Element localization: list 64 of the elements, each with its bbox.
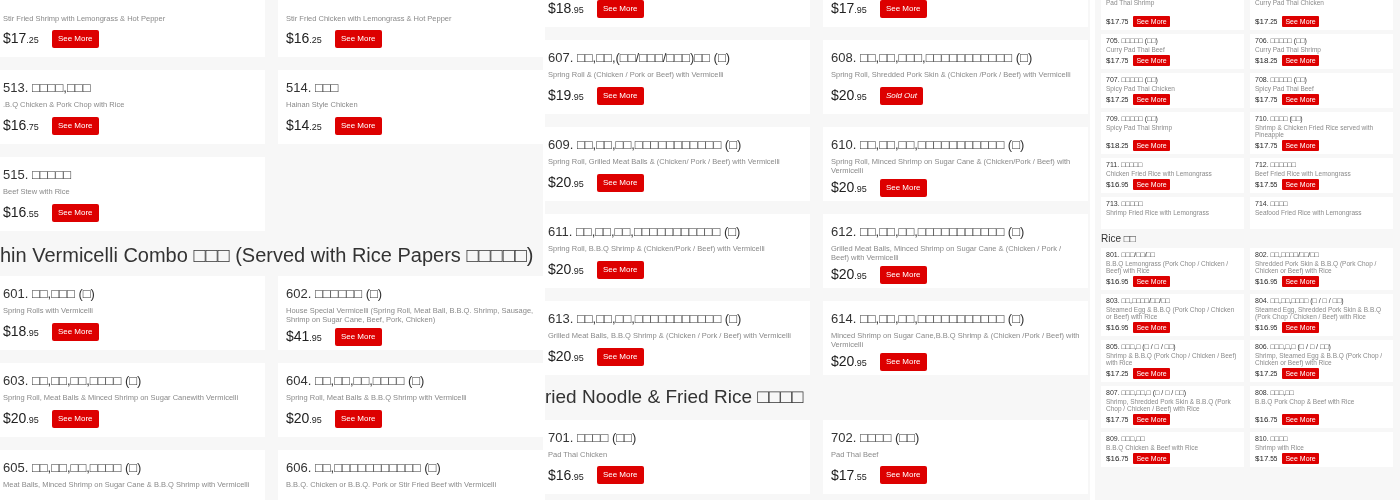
see-more-button[interactable]: See More — [51, 409, 99, 428]
item-title: 603. □□,□□,□□,□□□□ (□) — [3, 373, 143, 388]
item-price: $20.95 — [548, 173, 584, 192]
item-title: 514. □□□ — [286, 80, 340, 95]
see-more-button[interactable]: See More — [596, 347, 644, 366]
section-heading: Rice □□ — [1101, 232, 1137, 246]
see-more-button[interactable]: See More — [879, 178, 927, 197]
see-more-button[interactable]: See More — [51, 116, 99, 135]
item-price: $20.95 — [548, 260, 584, 279]
sold-out-button[interactable]: Sold Out — [879, 86, 923, 105]
see-more-button[interactable]: See More — [879, 0, 927, 18]
item-price: $17.25 — [3, 29, 39, 48]
item-price: $18.95 — [548, 0, 584, 18]
item-price: $20.95 — [831, 86, 867, 105]
item-title: 601. □□,□□□ (□) — [3, 286, 96, 301]
item-price: $16.55 — [3, 203, 39, 222]
see-more-button[interactable]: See More — [879, 265, 927, 284]
item-title: 701. □□□□ (□□) — [548, 429, 638, 445]
see-more-button[interactable]: See More — [596, 466, 644, 484]
see-more-button[interactable]: See More — [334, 409, 382, 428]
item-title: 610. □□,□□,□□,□□□□□□□□□□□ (□) — [831, 137, 1026, 152]
item-price: $16.75 — [3, 116, 39, 135]
see-more-button[interactable]: See More — [334, 327, 382, 346]
item-title: 611. □□,□□,□□,□□□□□□□□□□□ (□) — [548, 224, 742, 239]
see-more-button[interactable]: See More — [596, 86, 644, 105]
item-price: $17.55 — [831, 465, 867, 485]
item-title: 702. □□□□ (□□) — [831, 429, 921, 445]
section-heading: hin Vermicelli Combo □□□ (Served with Rice Papers □□□□□) — [0, 243, 535, 268]
item-price: $16.25 — [286, 29, 322, 48]
item-price: $41.95 — [286, 327, 322, 346]
item-price: $19.95 — [548, 86, 584, 105]
item-price: $20.95 — [3, 409, 39, 428]
item-price: $20.95 — [831, 178, 867, 197]
section-heading: ried Noodle & Fried Rice □□□□ — [545, 385, 805, 409]
see-more-button[interactable]: See More — [879, 352, 927, 371]
item-price: $20.95 — [548, 347, 584, 366]
item-price: $18.95 — [3, 322, 39, 341]
see-more-button[interactable]: See More — [51, 29, 99, 48]
item-price: $14.25 — [286, 116, 322, 135]
item-title: 609. □□,□□,□□,□□□□□□□□□□□ (□) — [548, 137, 743, 152]
see-more-button[interactable]: See More — [596, 0, 644, 18]
see-more-button[interactable]: See More — [51, 322, 99, 341]
item-title: 515. □□□□□ — [3, 167, 73, 182]
see-more-button[interactable]: See More — [596, 260, 644, 279]
see-more-button[interactable]: See More — [334, 116, 382, 135]
item-title: 513. □□□□,□□□ — [3, 80, 92, 95]
item-price: $20.95 — [831, 265, 867, 284]
item-title: 604. □□,□□,□□,□□□□ (□) — [286, 373, 426, 388]
see-more-button[interactable]: See More — [879, 466, 927, 484]
item-price: $17.95 — [831, 0, 867, 18]
item-price: $20.95 — [286, 409, 322, 428]
item-price: $16.95 — [548, 465, 584, 485]
item-title: 607. □□,□□,(□□/□□□/□□□)□□ (□) — [548, 50, 732, 65]
item-title: 612. □□,□□,□□,□□□□□□□□□□□ (□) — [831, 224, 1026, 239]
item-title: 613. □□,□□,□□,□□□□□□□□□□□ (□) — [548, 311, 743, 326]
see-more-button[interactable]: See More — [51, 203, 99, 222]
item-title: 608. □□,□□,□□□,□□□□□□□□□□□ (□) — [831, 50, 1034, 65]
item-price: $20.95 — [831, 352, 867, 371]
item-title: 602. □□□□□□ (□) — [286, 286, 384, 301]
see-more-button[interactable]: See More — [334, 29, 382, 48]
item-title: 614. □□,□□,□□,□□□□□□□□□□□ (□) — [831, 311, 1026, 326]
see-more-button[interactable]: See More — [596, 173, 644, 192]
item-title: 606. □□,□□□□□□□□□□□ (□) — [286, 460, 442, 475]
item-title: 605. □□,□□,□□,□□□□ (□) — [3, 460, 143, 475]
